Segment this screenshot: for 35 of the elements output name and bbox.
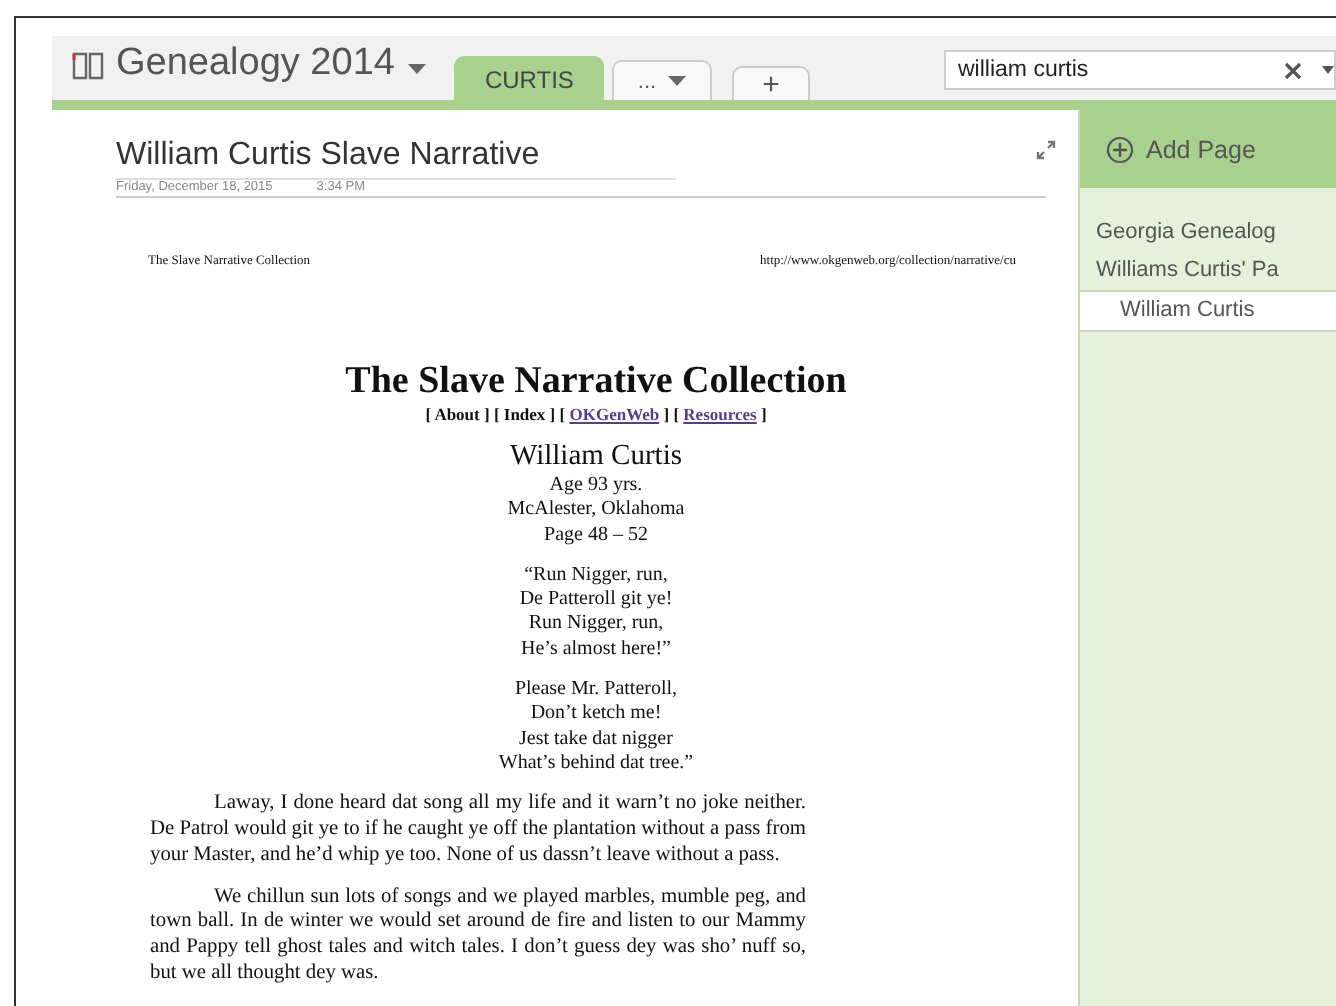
close-icon[interactable] bbox=[1284, 61, 1302, 79]
page-title[interactable]: William Curtis Slave Narrative bbox=[116, 130, 676, 180]
notebook-title[interactable]: Genealogy 2014 bbox=[116, 42, 395, 86]
verse-line: What’s behind dat tree.” bbox=[498, 751, 694, 777]
subject-name: William Curtis bbox=[507, 440, 684, 474]
verse-line: Run Nigger, run, bbox=[528, 612, 664, 638]
verse-line: Please Mr. Patteroll, bbox=[514, 678, 678, 703]
verse-line: Don’t ketch me! bbox=[530, 702, 662, 728]
add-page-button[interactable]: Add Page bbox=[1080, 110, 1336, 188]
search-field[interactable]: william curtis bbox=[944, 50, 1336, 90]
page-list-item[interactable]: William Curtis bbox=[1080, 290, 1336, 332]
nav-link[interactable]: OKGenWeb bbox=[569, 404, 660, 424]
verse-line: He’s almost here!” bbox=[521, 637, 671, 663]
detail-line: Age 93 yrs. bbox=[549, 474, 643, 499]
caret-icon[interactable] bbox=[408, 64, 427, 76]
page-list-item[interactable]: Williams Curtis' Pa bbox=[1080, 252, 1336, 290]
caret-icon[interactable] bbox=[1322, 66, 1334, 74]
section-tab[interactable]: CURTIS bbox=[454, 56, 604, 100]
detail-line: Page 48 – 52 bbox=[544, 523, 648, 548]
section-tab[interactable]: ... bbox=[611, 60, 713, 100]
page-list-item[interactable]: Georgia Genealog bbox=[1080, 214, 1336, 252]
new-section-tab[interactable]: + bbox=[732, 66, 810, 100]
plus-circle-icon bbox=[1106, 135, 1134, 163]
document-heading: The Slave Narrative Collection bbox=[343, 360, 849, 404]
verse-line: De Patteroll git ye! bbox=[519, 588, 673, 613]
caret-icon[interactable] bbox=[668, 75, 687, 87]
notebook-icon[interactable] bbox=[72, 50, 104, 82]
expand-icon[interactable] bbox=[1036, 139, 1056, 159]
navigation-line: [ About ] [ Index ] [ OKGenWeb ] [ Resources ] bbox=[423, 404, 769, 424]
narrative-paragraph: We chillun sun lots of songs and we played marbles, mumble peg, and town ball. In de winter we would set around de fire and listen to our Mammy and Pappy tell ghost tales and witch tales. I don’t guess dey was sho’ nuff so, but we all thought dey was. bbox=[150, 885, 806, 988]
nav-link[interactable]: Resources bbox=[683, 404, 757, 424]
narrative-paragraph: Laway, I done heard dat song all my life and it warn’t no joke neither. De Patrol would git ye to if he caught ye off the plantation without a pass from your Master, and he’d whip ye too. None of us dassn’t leave without a pass. bbox=[150, 792, 806, 870]
verse-line: Jest take dat nigger bbox=[519, 727, 673, 752]
verse-line: “Run Nigger, run, bbox=[524, 563, 668, 589]
detail-line: McAlester, Oklahoma bbox=[507, 498, 685, 524]
